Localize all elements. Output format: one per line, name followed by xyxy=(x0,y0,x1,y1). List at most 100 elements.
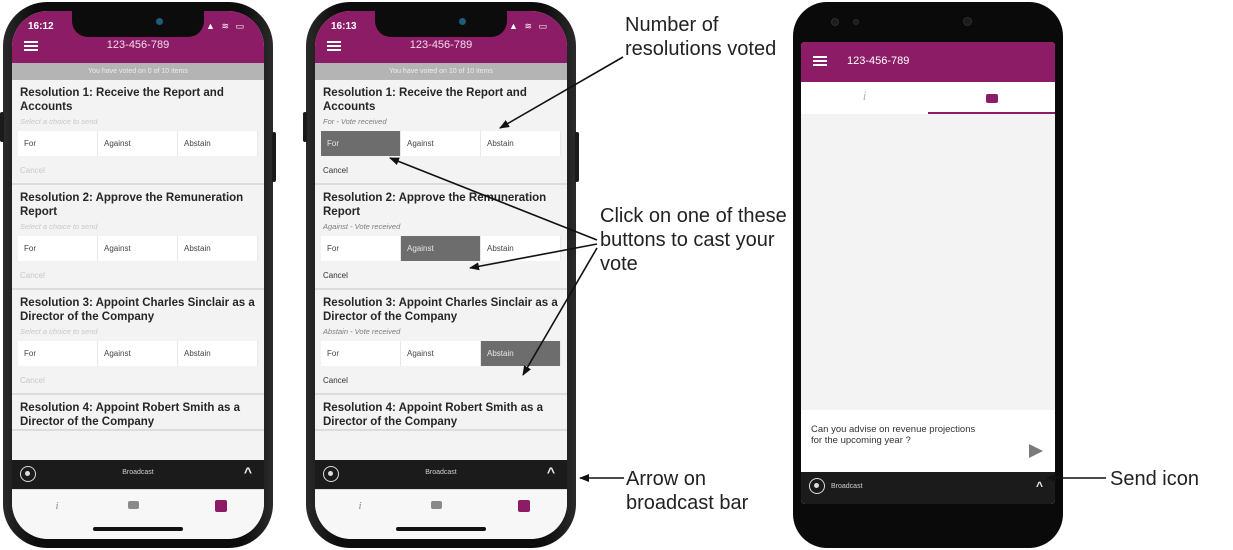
resolution-status: For - Vote received xyxy=(323,117,387,126)
side-button xyxy=(272,132,276,182)
status-icons: ▲ ≋ ▭ xyxy=(206,21,246,31)
vote-abstain-button[interactable]: Abstain xyxy=(178,236,258,261)
vote-against-button[interactable]: Against xyxy=(98,341,178,366)
meeting-id: 123-456-789 xyxy=(106,39,170,51)
vote-against-button[interactable]: Against xyxy=(98,131,178,156)
menu-icon[interactable] xyxy=(813,56,827,66)
annotation-resolutions-voted: Number of resolutions voted xyxy=(625,14,777,60)
broadcast-label: Broadcast xyxy=(122,469,154,476)
vote-for-button[interactable]: For xyxy=(321,131,401,156)
chat-icon[interactable] xyxy=(928,90,1055,108)
vote-against-button[interactable]: Against xyxy=(401,236,481,261)
app-header: 123-456-789 xyxy=(801,42,1055,82)
resolution-2: Resolution 2: Approve the Remuneration R… xyxy=(315,185,567,290)
broadcast-label: Broadcast xyxy=(831,483,863,490)
screen: 16:12 ▲ ≋ ▭ 123-456-789 You have voted o… xyxy=(12,11,264,539)
broadcast-bar[interactable]: Broadcast ^ xyxy=(315,460,567,489)
voted-count-bar: You have voted on 0 of 10 items xyxy=(12,63,264,80)
resolution-title: Resolution 2: Approve the Remuneration R… xyxy=(20,192,244,218)
vote-abstain-button[interactable]: Abstain xyxy=(481,131,561,156)
meeting-id: 123-456-789 xyxy=(847,55,910,67)
resolution-status: Abstain - Vote received xyxy=(323,327,401,336)
home-indicator xyxy=(93,527,183,531)
side-button xyxy=(575,132,579,182)
vote-abstain-button[interactable]: Abstain xyxy=(481,236,561,261)
vote-icon[interactable] xyxy=(509,500,539,515)
notch xyxy=(72,11,204,37)
vote-choices: For Against Abstain xyxy=(321,131,561,156)
notch xyxy=(375,11,507,37)
chat-icon[interactable] xyxy=(118,500,148,512)
chevron-up-icon[interactable]: ^ xyxy=(547,464,555,480)
cancel-vote-button[interactable]: Cancel xyxy=(315,261,567,288)
resolution-status: Select a choice to send xyxy=(20,222,98,231)
send-icon[interactable] xyxy=(1029,444,1043,458)
camera xyxy=(963,17,972,26)
cancel-vote-button[interactable]: Cancel xyxy=(315,156,567,183)
camera xyxy=(156,18,163,25)
vote-against-button[interactable]: Against xyxy=(98,236,178,261)
vote-abstain-button[interactable]: Abstain xyxy=(481,341,561,366)
side-button xyxy=(303,112,307,142)
resolution-title: Resolution 4: Appoint Robert Smith as a … xyxy=(323,402,543,428)
resolution-title: Resolution 2: Approve the Remuneration R… xyxy=(323,192,547,218)
vote-for-button[interactable]: For xyxy=(18,236,98,261)
vote-for-button[interactable]: For xyxy=(18,341,98,366)
resolution-list: Resolution 1: Receive the Report and Acc… xyxy=(12,80,264,460)
status-icons: ▲ ≋ ▭ xyxy=(509,21,549,31)
message-input[interactable]: Can you advise on revenue projections fo… xyxy=(811,424,981,446)
cancel-vote-button[interactable]: Cancel xyxy=(315,366,567,393)
chevron-up-icon[interactable]: ^ xyxy=(1036,479,1043,493)
vote-abstain-button[interactable]: Abstain xyxy=(178,131,258,156)
info-icon[interactable]: i xyxy=(345,500,375,512)
phone-before-voting: 16:12 ▲ ≋ ▭ 123-456-789 You have voted o… xyxy=(0,2,276,548)
bottom-nav: i xyxy=(315,489,567,539)
annotation-broadcast-arrow: Arrow on broadcast bar xyxy=(626,468,749,514)
phone-broadcast-chat: 123-456-789 i Can you advise on revenue … xyxy=(793,2,1063,548)
vote-for-button[interactable]: For xyxy=(321,341,401,366)
info-icon[interactable]: i xyxy=(801,88,928,104)
vote-for-button[interactable]: For xyxy=(321,236,401,261)
annotation-cast-vote: Click on one of these buttons to cast yo… xyxy=(600,205,787,275)
resolution-status: Select a choice to send xyxy=(20,327,98,336)
resolution-status: Against - Vote received xyxy=(323,222,401,231)
tabs: i xyxy=(801,82,1055,114)
broadcast-bar[interactable]: Broadcast ^ xyxy=(801,472,1055,504)
resolution-3: Resolution 3: Appoint Charles Sinclair a… xyxy=(315,290,567,395)
vote-against-button[interactable]: Against xyxy=(401,341,481,366)
vote-choices: For Against Abstain xyxy=(18,236,258,261)
vote-abstain-button[interactable]: Abstain xyxy=(178,341,258,366)
vote-choices: For Against Abstain xyxy=(321,236,561,261)
vote-icon[interactable] xyxy=(206,500,236,515)
vote-choices: For Against Abstain xyxy=(18,341,258,366)
cancel-vote-button[interactable]: Cancel xyxy=(12,156,264,183)
figure: 16:12 ▲ ≋ ▭ 123-456-789 You have voted o… xyxy=(0,0,1233,550)
chevron-up-icon[interactable]: ^ xyxy=(244,464,252,480)
screen: 16:13 ▲ ≋ ▭ 123-456-789 You have voted o… xyxy=(315,11,567,539)
status-time: 16:13 xyxy=(331,21,357,32)
annotation-send-icon: Send icon xyxy=(1110,468,1199,490)
vote-choices: For Against Abstain xyxy=(321,341,561,366)
vote-against-button[interactable]: Against xyxy=(401,131,481,156)
resolution-1: Resolution 1: Receive the Report and Acc… xyxy=(12,80,264,185)
sensor xyxy=(853,19,859,25)
broadcast-icon xyxy=(809,478,825,494)
resolution-3: Resolution 3: Appoint Charles Sinclair a… xyxy=(12,290,264,395)
chat-icon[interactable] xyxy=(421,500,451,512)
cancel-vote-button[interactable]: Cancel xyxy=(12,366,264,393)
resolution-status: Select a choice to send xyxy=(20,117,98,126)
vote-for-button[interactable]: For xyxy=(18,131,98,156)
info-icon[interactable]: i xyxy=(42,500,72,512)
chat-area xyxy=(801,114,1055,442)
cancel-vote-button[interactable]: Cancel xyxy=(12,261,264,288)
side-button xyxy=(0,112,4,142)
resolution-4: Resolution 4: Appoint Robert Smith as a … xyxy=(12,395,264,431)
message-composer[interactable]: Can you advise on revenue projections fo… xyxy=(801,410,1055,472)
sensor xyxy=(831,18,839,26)
broadcast-bar[interactable]: Broadcast ^ xyxy=(12,460,264,489)
resolution-1: Resolution 1: Receive the Report and Acc… xyxy=(315,80,567,185)
resolution-title: Resolution 4: Appoint Robert Smith as a … xyxy=(20,402,240,428)
meeting-id: 123-456-789 xyxy=(409,39,473,51)
camera xyxy=(459,18,466,25)
resolution-title: Resolution 3: Appoint Charles Sinclair a… xyxy=(323,297,558,323)
